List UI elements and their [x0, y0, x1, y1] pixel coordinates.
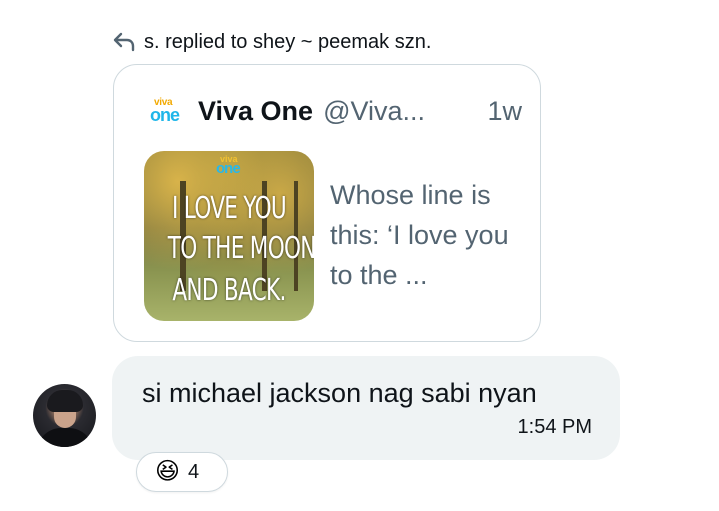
reply-context-text: s. replied to shey ~ peemak szn.: [144, 30, 432, 53]
quoted-author-handle: @Viva...: [323, 95, 426, 126]
quoted-post-text: Whose line is this: ‘I love you to the .…: [330, 180, 509, 290]
image-viva-one-logo: viva one: [216, 154, 241, 177]
laughing-emoji-icon: 😆: [155, 458, 181, 485]
image-caption-line: TO THE MOON: [167, 231, 314, 266]
reply-context: s. replied to shey ~ peemak szn.: [112, 28, 431, 56]
image-caption-line: AND BACK.: [172, 273, 286, 308]
sender-avatar[interactable]: [33, 384, 96, 447]
quoted-author-name: Viva One: [198, 95, 314, 126]
message-bubble[interactable]: si michael jackson nag sabi nyan 1:54 PM: [112, 356, 620, 460]
reaction-count: 4: [188, 460, 200, 483]
quoted-post-card[interactable]: viva one Viva One @Viva... 1w viva one I…: [113, 64, 541, 342]
reaction-pill[interactable]: 😆 4: [136, 452, 228, 492]
reply-arrow-icon: [112, 31, 136, 53]
dm-conversation: s. replied to shey ~ peemak szn. viva on…: [0, 0, 719, 511]
viva-one-logo: viva one: [150, 97, 180, 125]
message-timestamp: 1:54 PM: [517, 416, 592, 438]
quoted-post-header: viva one Viva One @Viva... 1w: [150, 91, 522, 131]
message-text: si michael jackson nag sabi nyan: [142, 378, 537, 408]
quoted-post-image[interactable]: viva one I LOVE YOU TO THE MOON AND BACK…: [144, 151, 314, 321]
quoted-post-time: 1w: [487, 95, 522, 126]
image-caption-line: I LOVE YOU: [171, 191, 287, 226]
